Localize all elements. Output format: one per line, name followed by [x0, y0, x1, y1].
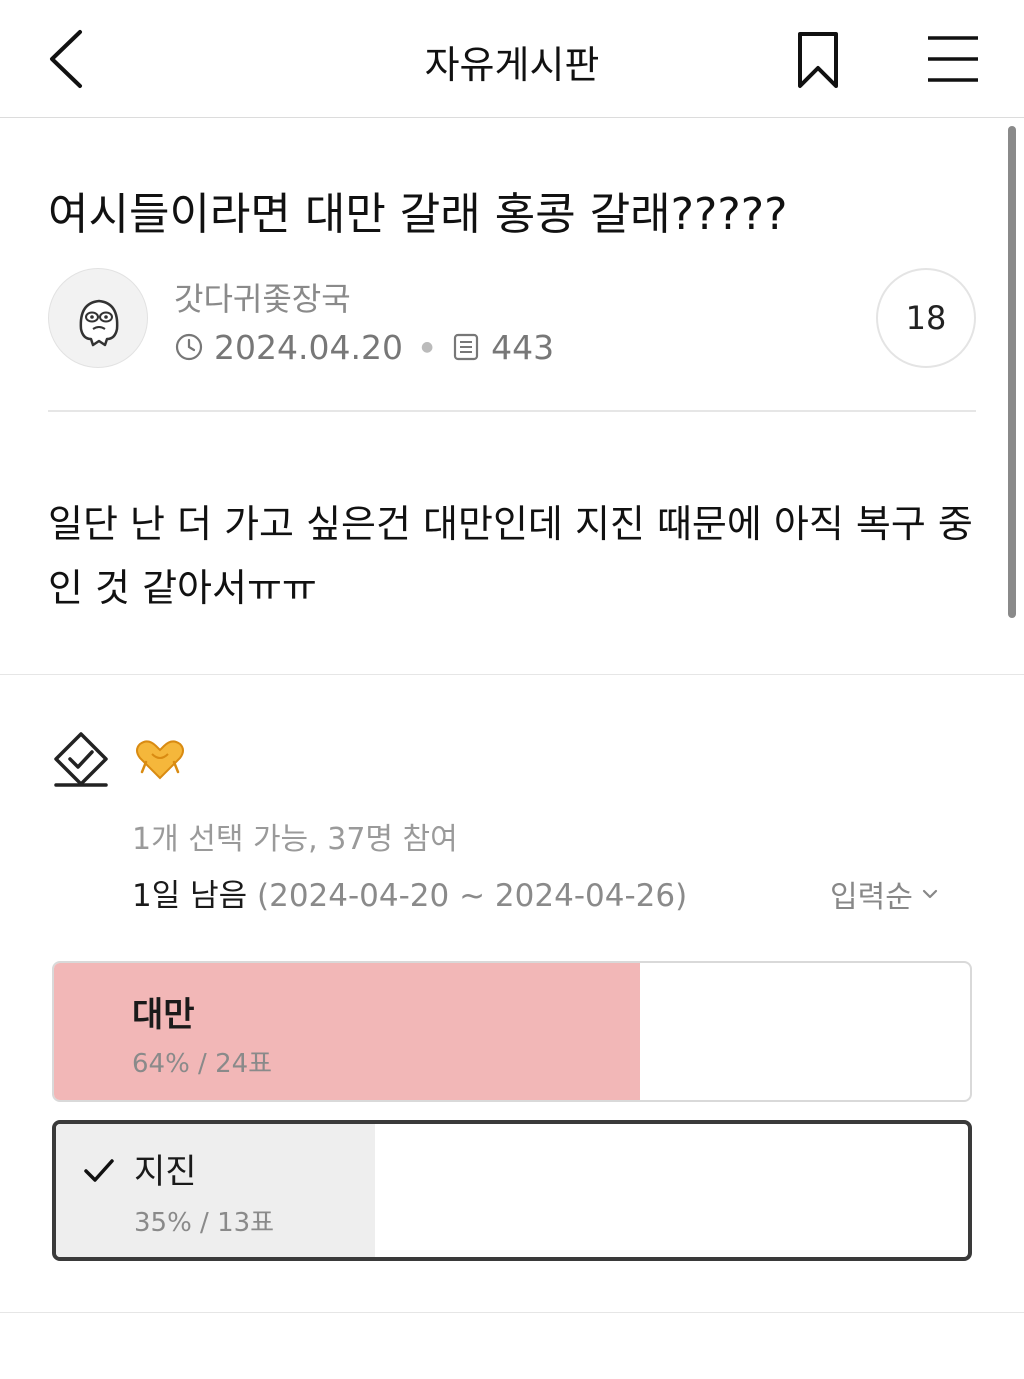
post-body: 일단 난 더 가고 싶은건 대만인데 지진 때문에 아직 복구 중인 것 같아서… [48, 502, 973, 610]
poll-deadline: 1일 남음 (2024-04-20 ~ 2024-04-26) [132, 870, 687, 915]
view-count: 443 [491, 327, 555, 367]
sort-label: 입력순 [830, 880, 913, 915]
back-arrow-icon [50, 30, 82, 88]
back-button[interactable] [30, 22, 100, 96]
post-date: 2024.04.20 [214, 327, 403, 367]
section-separator [0, 674, 1024, 675]
post-meta: 2024.04.20 ● 443 [174, 326, 554, 368]
poll-remaining: 1일 남음 [132, 878, 248, 914]
poll-period: (2024-04-20 ~ 2024-04-26) [257, 878, 688, 914]
chevron-down-icon [922, 889, 937, 899]
divider [48, 410, 976, 412]
heart-hands-icon [136, 740, 184, 780]
bookmark-button[interactable] [790, 28, 846, 92]
poll-option-taiwan[interactable]: 대만 64% / 24표 [52, 961, 972, 1102]
author-name[interactable]: 갓다귀좇장국 [174, 274, 351, 320]
vote-check-icon [54, 732, 108, 787]
poll-option-stats: 64% / 24표 [132, 1049, 273, 1079]
clock-icon [175, 333, 203, 361]
bookmark-icon [798, 32, 838, 88]
menu-icon [928, 36, 978, 82]
author-avatar[interactable] [48, 268, 148, 368]
scrollbar[interactable] [1008, 126, 1016, 618]
character-avatar-icon [79, 299, 119, 347]
poll-option-label: 대만 [132, 995, 195, 1035]
board-title: 자유게시판 [424, 43, 600, 87]
menu-button[interactable] [922, 30, 984, 88]
section-separator [0, 1312, 1024, 1313]
comment-count-button[interactable]: 18 [876, 268, 976, 368]
poll-option-earthquake[interactable]: 지진 35% / 13표 [52, 1120, 972, 1261]
top-bar: 자유게시판 [0, 0, 1024, 118]
checkmark-icon [84, 1159, 114, 1182]
poll-option-label: 지진 [134, 1152, 197, 1192]
poll-option-stats: 35% / 13표 [134, 1208, 275, 1238]
post-title: 여시들이라면 대만 갈래 홍콩 갈래????? [48, 189, 788, 240]
sort-dropdown[interactable]: 입력순 [830, 874, 939, 915]
document-icon [454, 333, 479, 361]
poll-info: 1개 선택 가능, 37명 참여 [132, 822, 458, 857]
meta-separator: ● [420, 339, 434, 355]
